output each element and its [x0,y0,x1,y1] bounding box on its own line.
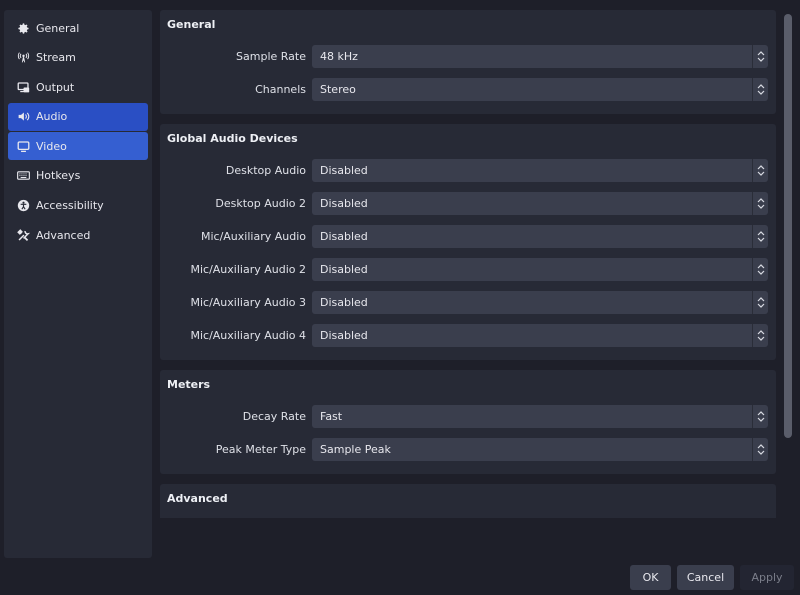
gear-icon [16,21,30,35]
row-mic-aux-audio-3: Mic/Auxiliary Audio 3 Disabled [167,286,768,319]
group-title: Advanced [167,492,228,505]
cancel-button[interactable]: Cancel [677,565,734,590]
group-general: General Sample Rate 48 kHz Channels Ster… [160,10,776,114]
audio-settings-panel: General Sample Rate 48 kHz Channels Ster… [160,10,776,518]
updown-chevron-icon [752,192,768,215]
row-desktop-audio: Desktop Audio Disabled [167,154,768,187]
updown-chevron-icon [752,405,768,428]
sidebar-item-label: Accessibility [36,199,104,213]
field-label: Mic/Auxiliary Audio 2 [190,263,306,276]
group-title: Meters [167,378,211,391]
sidebar-item-hotkeys[interactable]: Hotkeys [8,162,148,190]
sidebar-item-stream[interactable]: Stream [8,44,148,72]
field-label: Mic/Auxiliary Audio 3 [190,296,306,309]
sidebar-item-label: Stream [36,51,76,65]
mic-aux-audio-3-select[interactable]: Disabled [312,291,768,314]
group-title: Global Audio Devices [167,132,298,145]
peak-meter-type-select[interactable]: Sample Peak [312,438,768,461]
mic-aux-audio-select[interactable]: Disabled [312,225,768,248]
desktop-audio-2-select[interactable]: Disabled [312,192,768,215]
select-value: Disabled [320,230,368,243]
tools-icon [16,228,30,242]
mic-aux-audio-2-select[interactable]: Disabled [312,258,768,281]
group-advanced: Advanced [160,484,776,518]
decay-rate-select[interactable]: Fast [312,405,768,428]
desktop-audio-select[interactable]: Disabled [312,159,768,182]
select-value: Disabled [320,296,368,309]
vertical-scrollbar[interactable] [784,14,792,438]
sidebar-item-label: Output [36,80,75,94]
updown-chevron-icon [752,159,768,182]
row-peak-meter-type: Peak Meter Type Sample Peak [167,433,768,466]
sidebar-item-label: General [36,21,80,35]
row-channels: Channels Stereo [167,73,768,106]
group-meters: Meters Decay Rate Fast Peak Meter Type S… [160,370,776,474]
select-value: Disabled [320,263,368,276]
field-label: Decay Rate [242,410,306,423]
sample-rate-select[interactable]: 48 kHz [312,45,768,68]
sidebar-item-general[interactable]: General [8,14,148,42]
group-global-audio-devices: Global Audio Devices Desktop Audio Disab… [160,124,776,360]
sidebar-item-output[interactable]: Output [8,73,148,101]
mic-aux-audio-4-select[interactable]: Disabled [312,324,768,347]
updown-chevron-icon [752,438,768,461]
updown-chevron-icon [752,225,768,248]
select-value: Disabled [320,197,368,210]
select-value: Disabled [320,164,368,177]
sidebar-item-label: Video [36,139,67,153]
field-label: Channels [255,83,306,96]
antenna-icon [16,51,30,65]
updown-chevron-icon [752,291,768,314]
sidebar-item-accessibility[interactable]: Accessibility [8,192,148,220]
select-value: Fast [320,410,343,423]
keyboard-icon [16,169,30,183]
field-label: Mic/Auxiliary Audio [200,230,306,243]
row-decay-rate: Decay Rate Fast [167,400,768,433]
row-advanced-clipped [167,514,768,518]
field-label: Desktop Audio [225,164,306,177]
field-label: Sample Rate [236,50,306,63]
ok-button[interactable]: OK [630,565,671,590]
speaker-icon [16,110,30,124]
select-value: 48 kHz [320,50,358,63]
sidebar-item-video[interactable]: Video [8,132,148,161]
updown-chevron-icon [752,45,768,68]
updown-chevron-icon [752,324,768,347]
select-value: Disabled [320,329,368,342]
sidebar-item-label: Audio [36,110,68,124]
field-label: Mic/Auxiliary Audio 4 [190,329,306,342]
row-sample-rate: Sample Rate 48 kHz [167,40,768,73]
updown-chevron-icon [752,78,768,101]
accessibility-icon [16,199,30,213]
monitor-icon [16,139,30,153]
channels-select[interactable]: Stereo [312,78,768,101]
row-mic-aux-audio-2: Mic/Auxiliary Audio 2 Disabled [167,253,768,286]
group-title: General [167,18,216,31]
sidebar-item-label: Advanced [36,228,91,242]
field-label: Desktop Audio 2 [215,197,306,210]
apply-button[interactable]: Apply [740,565,794,590]
sidebar-item-audio[interactable]: Audio [8,102,148,131]
row-desktop-audio-2: Desktop Audio 2 Disabled [167,187,768,220]
field-label: Peak Meter Type [215,443,306,456]
row-mic-aux-audio-4: Mic/Auxiliary Audio 4 Disabled [167,319,768,352]
row-mic-aux-audio: Mic/Auxiliary Audio Disabled [167,220,768,253]
select-value: Sample Peak [320,443,391,456]
select-value: Stereo [320,83,356,96]
updown-chevron-icon [752,258,768,281]
sidebar-item-label: Hotkeys [36,169,81,183]
sidebar-item-advanced[interactable]: Advanced [8,221,148,249]
settings-sidebar: General Stream Output Audio Video Hotkey… [4,10,152,558]
output-icon [16,80,30,94]
